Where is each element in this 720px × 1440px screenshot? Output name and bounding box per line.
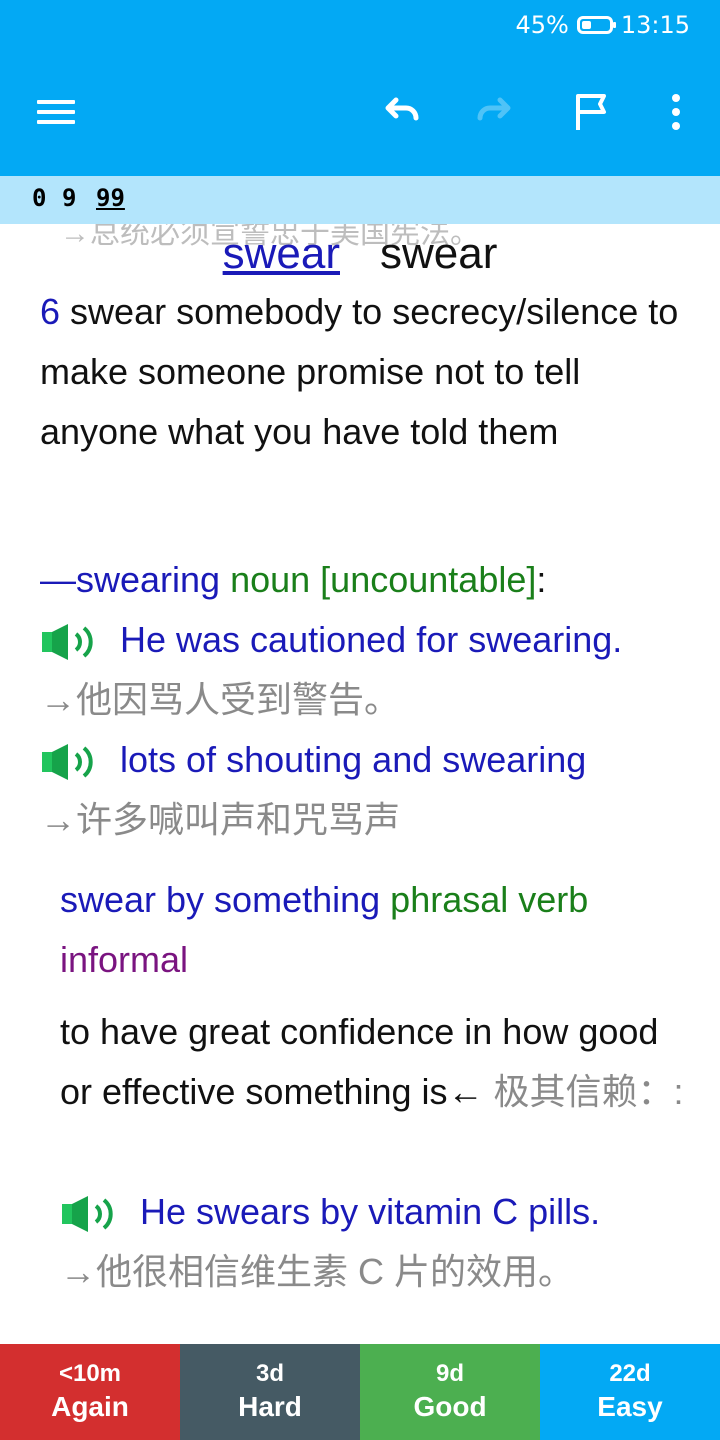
card-headword: swear swear bbox=[0, 228, 720, 280]
example-chinese: →他很相信维生素 C 片的效用。 bbox=[60, 1251, 575, 1292]
phrasal-register: informal bbox=[60, 939, 189, 980]
battery-icon bbox=[576, 16, 616, 34]
example-row: He was cautioned for swearing. bbox=[40, 610, 690, 670]
example-row: He swears by vitamin C pills. bbox=[60, 1182, 690, 1242]
status-bar: 45% 13:15 bbox=[515, 10, 690, 40]
easy-label: Easy bbox=[597, 1391, 663, 1422]
phrasal-phrase: swear by something bbox=[60, 879, 381, 920]
again-label: Again bbox=[51, 1391, 129, 1422]
example-chinese: →许多喊叫声和咒骂声 bbox=[40, 799, 401, 840]
good-button[interactable]: 9d Good bbox=[360, 1344, 540, 1440]
derived-colon: : bbox=[536, 559, 547, 600]
derived-word: —swearing bbox=[40, 559, 221, 600]
new-count: 0 bbox=[32, 184, 47, 212]
headword: swear bbox=[380, 229, 498, 278]
definition-text: swear somebody to secrecy/silence to mak… bbox=[40, 291, 679, 452]
derived-form: —swearing noun [uncountable]: bbox=[40, 550, 690, 610]
speaker-icon[interactable] bbox=[40, 622, 100, 662]
easy-button[interactable]: 22d Easy bbox=[540, 1344, 720, 1440]
headword-link[interactable]: swear bbox=[223, 229, 340, 278]
phrasal-verb-heading: swear by something phrasal verb informal bbox=[60, 870, 690, 990]
hard-button[interactable]: 3d Hard bbox=[180, 1344, 360, 1440]
phrasal-definition-zh: 极其信赖：: bbox=[493, 1071, 684, 1112]
example-chinese: →他因骂人受到警告。 bbox=[40, 679, 401, 720]
easy-interval: 22d bbox=[609, 1360, 651, 1387]
again-interval: <10m bbox=[58, 1360, 122, 1387]
example-translation: →他很相信维生素 C 片的效用。 bbox=[60, 1242, 690, 1302]
hamburger-menu-icon[interactable] bbox=[24, 80, 88, 144]
more-vert-icon[interactable] bbox=[644, 80, 708, 144]
card-counts-bar: 0 9 99 bbox=[0, 176, 720, 224]
app-bar: 45% 13:15 bbox=[0, 0, 720, 176]
derived-pos: noun [uncountable] bbox=[230, 559, 537, 600]
answer-buttons: <10m Again 3d Hard 9d Good 22d Easy bbox=[0, 1344, 720, 1440]
example-translation: →他因骂人受到警告。 bbox=[40, 670, 690, 730]
hard-interval: 3d bbox=[255, 1360, 284, 1387]
card-content[interactable]: →总统必须宣誓忠于美国宪法。 swear swear 6 swear somebo… bbox=[0, 224, 720, 1344]
again-button[interactable]: <10m Again bbox=[0, 1344, 180, 1440]
learning-count: 9 bbox=[62, 184, 77, 212]
example-english: He swears by vitamin C pills. bbox=[140, 1191, 601, 1232]
example-english: lots of shouting and swearing bbox=[120, 739, 587, 780]
good-interval: 9d bbox=[435, 1360, 464, 1387]
battery-percent: 45% bbox=[515, 11, 569, 39]
hard-label: Hard bbox=[238, 1391, 302, 1422]
flag-icon[interactable] bbox=[560, 80, 624, 144]
sense-number: 6 bbox=[40, 291, 61, 332]
example-translation: →许多喊叫声和咒骂声 bbox=[40, 790, 690, 850]
clock: 13:15 bbox=[620, 11, 690, 39]
good-label: Good bbox=[413, 1391, 487, 1422]
review-count: 99 bbox=[96, 184, 125, 212]
phrasal-pos: phrasal verb bbox=[390, 879, 589, 920]
speaker-icon[interactable] bbox=[60, 1194, 120, 1234]
speaker-icon[interactable] bbox=[40, 742, 100, 782]
undo-icon[interactable] bbox=[368, 80, 432, 144]
example-row: lots of shouting and swearing bbox=[40, 730, 690, 790]
phrasal-definition: to have great confidence in how good or … bbox=[60, 1002, 690, 1122]
redo-icon[interactable] bbox=[464, 80, 528, 144]
example-english: He was cautioned for swearing. bbox=[120, 619, 623, 660]
sense-definition: 6 swear somebody to secrecy/silence to m… bbox=[40, 282, 690, 462]
